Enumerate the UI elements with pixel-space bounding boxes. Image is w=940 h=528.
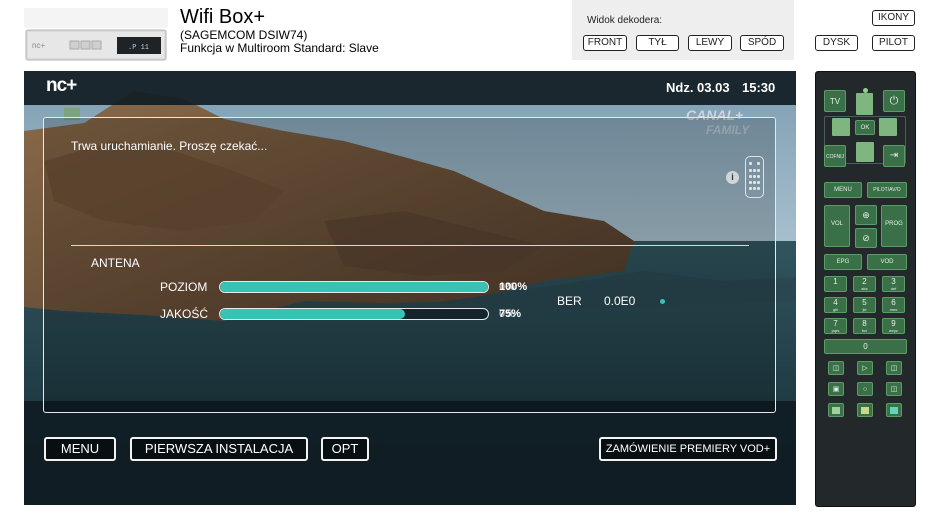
- decoder-thumbnail: nc+ .P 11: [24, 8, 168, 61]
- remote-key-8[interactable]: 8 tuv: [853, 318, 876, 334]
- signal-level-label: POZIOM: [160, 280, 208, 294]
- remote-vod-button[interactable]: VOD: [867, 254, 907, 270]
- page-title: Wifi Box+: [180, 6, 266, 28]
- thumb-logo: nc+: [32, 41, 45, 50]
- view-front-button[interactable]: FRONT: [583, 35, 627, 51]
- remote-yellow-button[interactable]: [857, 403, 873, 417]
- remote-key-5[interactable]: 5 jkl: [853, 297, 876, 313]
- signal-quality-percent-overlay: 0%: [499, 308, 515, 320]
- antenna-section-title: ANTENA: [91, 256, 140, 270]
- first-installation-button[interactable]: PIERWSZA INSTALACJA: [130, 437, 308, 461]
- multiroom-info: Funkcja w Multiroom Standard: Slave: [180, 41, 379, 55]
- remote-key-4[interactable]: 4 ghi: [824, 297, 847, 313]
- view-bottom-button[interactable]: SPÓD: [740, 35, 784, 51]
- remote-right-button[interactable]: [879, 118, 897, 136]
- remote-play-icon[interactable]: ▷: [857, 361, 873, 375]
- remote-key-2[interactable]: 2 abc: [853, 276, 876, 292]
- remote-red-button[interactable]: [828, 403, 844, 417]
- view-left-button[interactable]: LEWY: [688, 35, 732, 51]
- tv-top-bar: nc+ Ndz. 03.03 15:30: [24, 71, 796, 105]
- remote-led-icon: [863, 88, 868, 93]
- remote-plus-icon[interactable]: ⊕: [855, 205, 877, 225]
- signal-quality-label: JAKOŚĆ: [160, 307, 209, 321]
- remote-volume-button[interactable]: VOL: [824, 205, 850, 247]
- nc-plus-logo: nc+: [46, 75, 77, 96]
- remote-control-icon: [745, 156, 764, 198]
- info-icon: i: [726, 171, 739, 184]
- remote-stop-icon[interactable]: ▣: [828, 382, 844, 396]
- opt-button[interactable]: OPT: [321, 437, 369, 461]
- remote-menu-button[interactable]: MENU: [824, 182, 862, 198]
- view-back-button[interactable]: TYŁ: [636, 35, 679, 51]
- disk-button[interactable]: DYSK: [815, 35, 858, 51]
- menu-button[interactable]: MENU: [44, 437, 116, 461]
- remote-key-6[interactable]: 6 mno: [882, 297, 905, 313]
- remote-ok-button[interactable]: OK: [855, 120, 875, 135]
- remote-key-1[interactable]: 1: [824, 276, 847, 292]
- ber-indicator: [660, 299, 665, 304]
- remote-key-7[interactable]: 7 pqrs: [824, 318, 847, 334]
- remote-button[interactable]: PILOT: [872, 35, 915, 51]
- remote-record-icon[interactable]: ○: [857, 382, 873, 396]
- remote-pilot-av-button[interactable]: PILOT/AV/O: [867, 182, 907, 198]
- remote-pause-icon[interactable]: ◫: [886, 382, 902, 396]
- signal-level-fill: [220, 282, 488, 292]
- decoder-view-panel: Widok dekodera: FRONT TYŁ LEWY SPÓD: [572, 0, 794, 60]
- remote-key-3[interactable]: 3 def: [882, 276, 905, 292]
- vod-premiere-button[interactable]: ZAMÓWIENIE PREMIERY VOD+: [599, 437, 777, 461]
- remote-epg-button[interactable]: EPG: [824, 254, 862, 270]
- remote-tv-button[interactable]: TV: [824, 90, 846, 112]
- icons-button[interactable]: IKONY: [872, 10, 915, 26]
- divider: [71, 245, 749, 246]
- ber-label: BER: [557, 294, 582, 308]
- status-message: Trwa uruchamianie. Proszę czekać...: [71, 139, 268, 153]
- remote-left-up-button[interactable]: [832, 118, 850, 136]
- remote-up-button[interactable]: [856, 93, 873, 115]
- signal-dialog: Trwa uruchamianie. Proszę czekać... i AN…: [43, 117, 776, 413]
- remote-exit-icon[interactable]: ⇥: [883, 145, 905, 167]
- remote-program-button[interactable]: PROG: [881, 205, 907, 247]
- page: nc+ .P 11 Wifi Box+ (SAGEMCOM DSIW74) Fu…: [0, 0, 940, 528]
- remote-teal-button[interactable]: [886, 403, 902, 417]
- remote-rewind-icon[interactable]: ◫: [828, 361, 844, 375]
- tv-time: 15:30: [742, 80, 776, 95]
- remote-power-icon[interactable]: ⏻: [883, 90, 905, 112]
- signal-level-bar: [219, 281, 489, 293]
- remote-control: TV ⏻ OK COFNIJ ⇥ MENU PILOT/AV/O VOL ⊕ ⊘…: [815, 71, 916, 507]
- decoder-view-label: Widok dekodera:: [587, 15, 663, 26]
- signal-quality-bar: [219, 308, 489, 320]
- tv-date: Ndz. 03.03: [666, 80, 730, 95]
- remote-down-button[interactable]: [856, 142, 874, 162]
- thumb-display: .P 11: [128, 44, 149, 52]
- remote-back-button[interactable]: COFNIJ: [824, 145, 846, 167]
- signal-level-percent-overlay: 0%: [499, 281, 515, 293]
- signal-quality-fill: [220, 309, 405, 319]
- ber-value: 0.0E0: [604, 294, 636, 308]
- tv-screen: nc+ Ndz. 03.03 15:30 CANAL+ FAMILY Trwa …: [24, 71, 796, 505]
- remote-key-9[interactable]: 9 wxyz: [882, 318, 905, 334]
- remote-mute-icon[interactable]: ⊘: [855, 228, 877, 248]
- remote-key-0[interactable]: 0: [824, 339, 907, 354]
- remote-forward-icon[interactable]: ◫: [886, 361, 902, 375]
